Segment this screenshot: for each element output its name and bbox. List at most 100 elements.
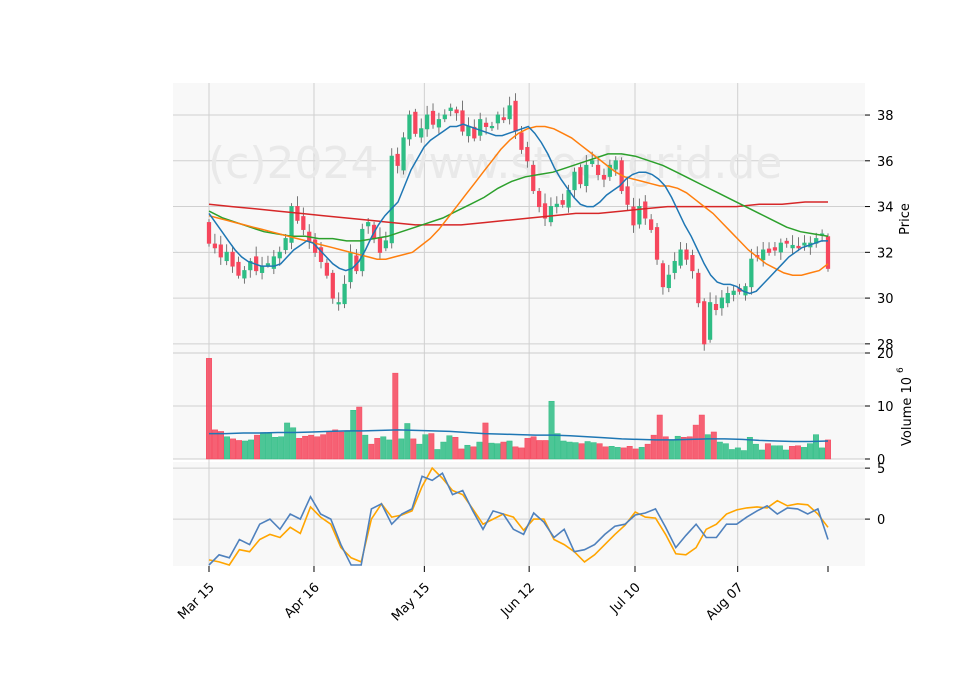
- candle-body: [265, 263, 271, 266]
- stock-chart: (c)2024 www.stockgrid.de 28 30 32 34 36 38 0 10…: [0, 0, 960, 690]
- volume-bar: [362, 434, 369, 460]
- volume-bar: [296, 438, 303, 460]
- candle-body: [218, 244, 223, 258]
- volume-bar: [224, 436, 230, 460]
- x-tick-label: Jul 10: [607, 580, 644, 617]
- candle-body: [430, 110, 436, 125]
- volume-bar: [386, 439, 393, 460]
- volume-bar: [650, 434, 657, 460]
- candle-body: [654, 227, 660, 260]
- volume-bar: [807, 443, 813, 460]
- candle-body: [330, 272, 335, 299]
- volume-bar: [620, 447, 627, 460]
- candle-body: [766, 248, 772, 253]
- candle-body: [595, 164, 601, 176]
- candle-body: [324, 262, 330, 276]
- volume-bar: [284, 422, 291, 460]
- volume-bar: [554, 433, 561, 460]
- candle-body: [578, 167, 583, 185]
- volume-bar: [524, 438, 531, 460]
- volume-bar: [752, 443, 759, 460]
- candle-body: [725, 293, 730, 304]
- candle-body: [407, 114, 412, 140]
- volume-bar: [356, 406, 363, 460]
- volume-bar: [572, 442, 579, 460]
- volume-bar: [428, 433, 435, 460]
- candle-body: [377, 237, 383, 253]
- x-tick-label: Aug 07: [703, 580, 746, 623]
- x-tick-label: May 15: [389, 580, 433, 624]
- candle-body: [513, 100, 518, 132]
- volume-bar: [398, 438, 405, 460]
- volume-bar: [434, 449, 441, 460]
- candle-body: [436, 119, 442, 128]
- volume-bar: [380, 436, 387, 460]
- candle-body: [301, 216, 306, 230]
- candle-body: [501, 117, 506, 121]
- volume-bar: [722, 443, 729, 460]
- candle-body: [419, 128, 424, 138]
- candle-body: [401, 137, 406, 171]
- candle-body: [507, 105, 512, 120]
- price-axis-label: Price: [898, 203, 913, 235]
- candle-body: [478, 119, 483, 136]
- volume-bar: [590, 442, 597, 460]
- candle-body: [613, 160, 618, 170]
- volume-axis-label: Volume 10: [900, 377, 915, 446]
- candle-body: [743, 286, 748, 296]
- candle-body: [206, 222, 212, 244]
- candle-body: [731, 290, 736, 295]
- candle-body: [719, 297, 725, 309]
- candle-body: [336, 302, 341, 305]
- candle-body: [666, 274, 671, 289]
- volume-bar: [710, 431, 717, 460]
- volume-bar: [734, 447, 741, 460]
- volume-tick-label: 20: [877, 347, 894, 362]
- candle-body: [366, 222, 371, 227]
- volume-bar: [668, 439, 675, 460]
- volume-bar: [584, 441, 591, 460]
- candle-body: [413, 111, 418, 134]
- volume-bar: [404, 423, 411, 460]
- volume-bar: [350, 409, 357, 460]
- volume-bar: [656, 414, 663, 460]
- volume-bar: [794, 445, 801, 460]
- volume-bar: [692, 424, 699, 460]
- candle-body: [389, 155, 394, 244]
- volume-bar: [801, 447, 807, 460]
- candle-body: [590, 160, 595, 165]
- price-tick-label: 32: [877, 246, 894, 261]
- volume-bar: [440, 441, 447, 460]
- volume-bar: [542, 440, 549, 460]
- volume-bar: [548, 400, 555, 460]
- volume-bar: [716, 441, 723, 460]
- volume-bar: [260, 432, 267, 460]
- volume-bar: [470, 446, 477, 460]
- candle-body: [283, 238, 288, 251]
- candle-body: [442, 114, 447, 120]
- volume-bar: [338, 431, 345, 460]
- volume-bar: [602, 446, 609, 460]
- volume-axis-exponent: 6: [896, 367, 906, 373]
- volume-bar: [819, 447, 825, 460]
- volume-bar: [578, 443, 585, 460]
- volume-bar: [596, 443, 603, 460]
- volume-bar: [698, 414, 705, 460]
- candle-body: [696, 272, 701, 304]
- candle-body: [531, 164, 536, 192]
- candle-body: [242, 270, 247, 279]
- volume-bar: [813, 434, 819, 460]
- candle-body: [778, 242, 783, 253]
- candle-body: [483, 122, 489, 127]
- candle-body: [702, 301, 707, 345]
- volume-bar: [758, 449, 765, 460]
- candle-body: [548, 206, 554, 223]
- volume-bar: [254, 434, 261, 460]
- volume-bar: [368, 443, 375, 460]
- candle-body: [796, 245, 801, 249]
- volume-bar: [644, 443, 651, 460]
- candle-body: [230, 251, 235, 267]
- volume-bar: [332, 429, 339, 460]
- volume-bar: [638, 447, 645, 460]
- candle-body: [537, 190, 542, 208]
